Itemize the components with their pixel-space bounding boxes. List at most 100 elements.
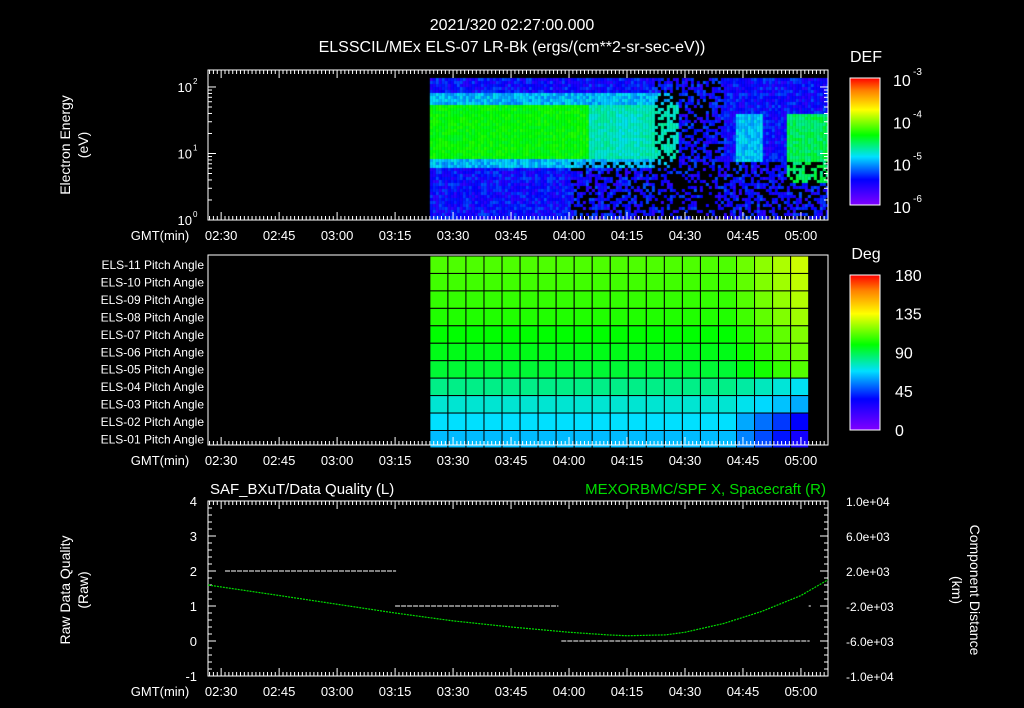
y-right-tick-label: 6.0e+03 [846,530,890,544]
spf-x-line [207,579,829,637]
pitch-cell [501,325,521,344]
pitch-cell [736,325,756,344]
pitch-cell [591,307,611,327]
y-axis-unit: (eV) [75,132,91,158]
pitch-cell [717,325,738,344]
pitch-cell [736,255,756,274]
y-left-unit: (Raw) [75,571,91,608]
panel-quality: SAF_BXuT/Data Quality (L) MEXORBMC/SPF X,… [57,481,983,699]
pitch-cell [501,342,521,362]
pitch-cell [627,395,647,414]
x-tick-label: 04:45 [727,228,760,243]
x-tick-label: 05:00 [785,684,818,699]
x-tick-label: 03:30 [437,453,470,468]
pitch-cell [772,290,792,309]
x-tick-label: 04:00 [553,453,586,468]
pitch-cell [645,290,665,309]
pitch-cell [573,412,593,431]
pitch-cell [736,290,756,309]
pitch-cell [609,307,629,327]
x-tick-label: 02:30 [205,453,238,468]
pitch-cell [573,255,593,274]
pitch-cell [772,412,792,431]
pitch-cell [519,395,539,414]
pitch-cell [627,307,647,327]
pitch-cell [429,307,449,327]
x-tick-label: 03:15 [379,684,412,699]
pitch-cell [519,255,539,274]
pitch-cell [501,412,521,431]
pitch-cell [537,342,557,362]
x-tick-label: 03:00 [321,228,354,243]
pitch-cell [645,377,665,397]
pitch-cell [736,412,756,431]
pitch-cell [790,325,810,344]
pitch-cell [465,325,485,344]
plot-frame [207,500,829,677]
pitch-cell [645,272,665,292]
pitch-cell [790,272,810,292]
colorbar-tick-label: 10 [893,200,911,217]
pitch-cell [663,412,683,431]
pitch-cell [699,360,719,379]
x-tick-label: 03:30 [437,684,470,699]
pitch-cell [483,307,503,327]
pitch-cell [717,412,738,431]
x-axis-label: GMT(min) [131,453,190,468]
x-axis-label: GMT(min) [131,684,190,699]
colorbar-tick-exponent: -3 [913,67,922,78]
pitch-cell [645,395,665,414]
pitch-cell [754,255,774,274]
pitch-cell [465,307,485,327]
pitch-cell [429,360,449,379]
pitch-cell [501,395,521,414]
pitch-cell [609,342,629,362]
pitch-cell [627,255,647,274]
pitch-cell [429,272,449,292]
pitch-cell [483,377,503,397]
pitch-cell [627,290,647,309]
pitch-cell [501,360,521,379]
colorbar [849,274,881,431]
pitch-cell [681,272,701,292]
right-title: MEXORBMC/SPF X, Spacecraft (R) [585,481,826,498]
pitch-cell [627,272,647,292]
x-tick-label: 03:15 [379,228,412,243]
pitch-cell [699,272,719,292]
spectrogram-title: ELSSCIL/MEx ELS-07 LR-Bk (ergs/(cm**2-sr… [319,39,706,56]
pitch-cell [645,255,665,274]
pitch-cell [681,377,701,397]
pitch-cell [699,377,719,397]
colorbar-tick-exponent: -6 [913,194,922,205]
pitch-cell [591,395,611,414]
colorbar-tick-label: 90 [895,345,913,362]
pitch-cell [754,395,774,414]
pitch-cell [609,325,629,344]
y-right-tick-label: 1.0e+04 [846,495,890,509]
pitch-cell [663,342,683,362]
x-tick-label: 04:45 [727,684,760,699]
pitch-cell [483,325,503,344]
pitch-cell [465,360,485,379]
pitch-cell [519,342,539,362]
pitch-cell [573,377,593,397]
pitch-cell [555,342,575,362]
pitch-cell [447,377,467,397]
pitch-cell [465,272,485,292]
pitch-cell [663,377,683,397]
pitch-cell [790,395,810,414]
row-label: ELS-09 Pitch Angle [101,293,205,307]
colorbar-tick-label: 10 [893,115,911,132]
x-tick-label: 04:30 [669,684,702,699]
pitch-cell [754,325,774,344]
pitch-cell [447,360,467,379]
x-tick-label: 04:45 [727,453,760,468]
x-tick-label: 03:00 [321,684,354,699]
pitch-cell [519,360,539,379]
colorbar-tick-label: 10 [893,158,911,175]
pitch-cell [519,412,539,431]
row-label: ELS-04 Pitch Angle [101,380,205,394]
panel-spectrogram: GMT(min) 02:30 02:45 03:00 03:15 03:30 03:45 04… [57,49,922,243]
pitch-cell [429,412,449,431]
pitch-cell [609,395,629,414]
